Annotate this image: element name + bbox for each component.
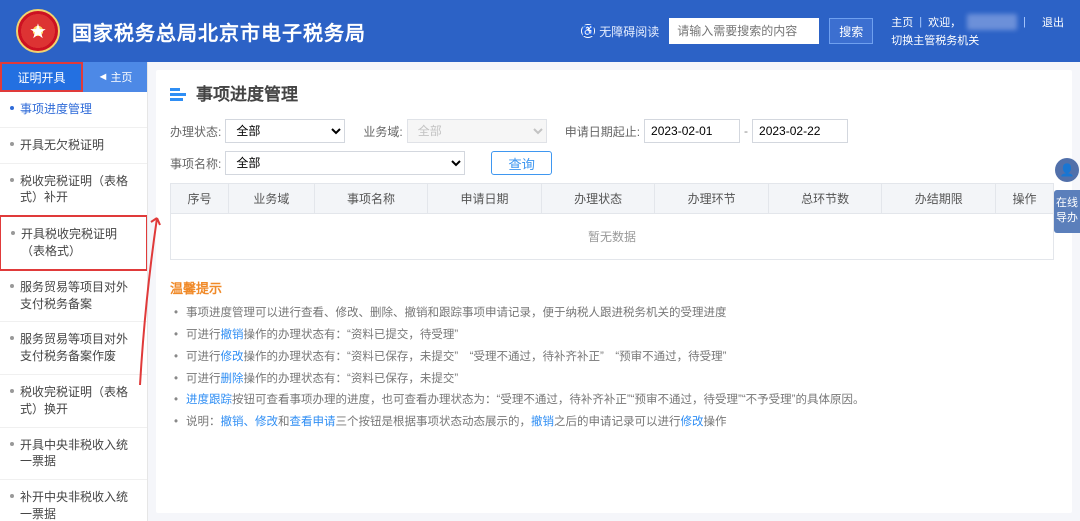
filter-row-2: 事项名称: 全部 查询 [170,151,1054,175]
header-right: ♿ 无障碍阅读 搜索 主页 | 欢迎， | 退出 切换主管税务机关 [581,14,1064,48]
date-from-input[interactable] [644,119,740,143]
welcome-label: 欢迎， [928,14,961,30]
sidebar-item[interactable]: 开具无欠税证明 [0,128,147,164]
table-header: 办结期限 [882,184,996,214]
table-header: 业务域 [228,184,314,214]
page-title: 事项进度管理 [170,80,1054,105]
filter-row-1: 办理状态: 全部 业务域: 全部 申请日期起止: - [170,119,1054,143]
hint-item: 可进行修改操作的办理状态有：“资料已保存，未提交” “受理不通过，待补齐补正” … [174,347,1054,369]
hint-item: 可进行删除操作的办理状态有：“资料已保存，未提交” [174,369,1054,391]
table-header: 办理状态 [541,184,655,214]
accessibility-icon: ♿ [581,24,595,38]
switch-tax-authority-link[interactable]: 切换主管税务机关 [891,32,979,48]
list-icon [170,86,188,100]
search-button[interactable]: 搜索 [829,18,873,44]
table-header: 序号 [171,184,229,214]
search-input[interactable] [669,18,819,44]
sidebar-item[interactable]: 税收完税证明（表格式）换开 [0,375,147,428]
hint-item: 可进行撤销操作的办理状态有：“资料已提交，待受理” [174,325,1054,347]
main-content: 事项进度管理 办理状态: 全部 业务域: 全部 申请日期起止: - 事项名称: … [156,70,1072,513]
body: 证明开具 ◄主页 事项进度管理开具无欠税证明税收完税证明（表格式）补开开具税收完… [0,62,1080,521]
table-header: 事项名称 [314,184,428,214]
accessibility-link[interactable]: ♿ 无障碍阅读 [581,23,659,40]
national-emblem-icon: ★ [16,9,60,53]
table-header: 办理环节 [655,184,769,214]
home-link[interactable]: 主页 [891,14,913,30]
collapse-icon: ◄ [98,71,109,83]
sidebar-item[interactable]: 事项进度管理 [0,92,147,128]
query-button[interactable]: 查询 [491,151,552,175]
status-label: 办理状态: [170,123,221,140]
sidebar-item[interactable]: 开具中央非税收入统一票据 [0,428,147,481]
date-label: 申请日期起止: [565,123,640,140]
table-header: 操作 [995,184,1053,214]
sidebar-item[interactable]: 补开中央非税收入统一票据 [0,480,147,521]
hints-title: 温馨提示 [170,278,1054,297]
progress-table: 序号业务域事项名称申请日期办理状态办理环节总环节数办结期限操作 暂无数据 [170,183,1054,260]
table-header: 总环节数 [768,184,882,214]
user-name-masked [967,14,1017,30]
hint-item: 事项进度管理可以进行查看、修改、删除、撤销和跟踪事项申请记录，便于纳税人跟进税务… [174,303,1054,325]
logout-link[interactable]: 退出 [1042,14,1064,30]
table-empty: 暂无数据 [171,214,1054,260]
app-header: ★ 国家税务总局北京市电子税务局 ♿ 无障碍阅读 搜索 主页 | 欢迎， | 退… [0,0,1080,62]
site-title: 国家税务总局北京市电子税务局 [72,17,366,46]
domain-select[interactable]: 全部 [407,119,547,143]
sidebar-item[interactable]: 开具税收完税证明（表格式） [0,215,148,271]
status-select[interactable]: 全部 [225,119,345,143]
sidebar: 证明开具 ◄主页 事项进度管理开具无欠税证明税收完税证明（表格式）补开开具税收完… [0,62,148,521]
sidebar-home-button[interactable]: ◄主页 [83,62,147,92]
domain-label: 业务域: [363,123,402,140]
hints-list: 事项进度管理可以进行查看、修改、删除、撤销和跟踪事项申请记录，便于纳税人跟进税务… [170,303,1054,434]
hint-item: 说明：撤销、修改和查看申请三个按钮是根据事项状态动态展示的，撤销之后的申请记录可… [174,412,1054,434]
online-help-button[interactable]: 在线导办 [1054,190,1080,233]
item-name-label: 事项名称: [170,155,221,172]
item-name-select[interactable]: 全部 [225,151,465,175]
assistant-avatar-icon[interactable]: 👤 [1055,158,1079,182]
date-to-input[interactable] [752,119,848,143]
hint-item: 进度跟踪按钮可查看事项办理的进度，也可查看办理状态为：“受理不通过，待补齐补正”… [174,390,1054,412]
table-header: 申请日期 [428,184,542,214]
sidebar-tabs: 证明开具 ◄主页 [0,62,147,92]
sidebar-item[interactable]: 税收完税证明（表格式）补开 [0,164,147,217]
sidebar-item[interactable]: 服务贸易等项目对外支付税务备案作废 [0,322,147,375]
sidebar-tab-certificates[interactable]: 证明开具 [0,62,83,92]
sidebar-item[interactable]: 服务贸易等项目对外支付税务备案 [0,270,147,323]
user-area: 主页 | 欢迎， | 退出 切换主管税务机关 [891,14,1064,48]
